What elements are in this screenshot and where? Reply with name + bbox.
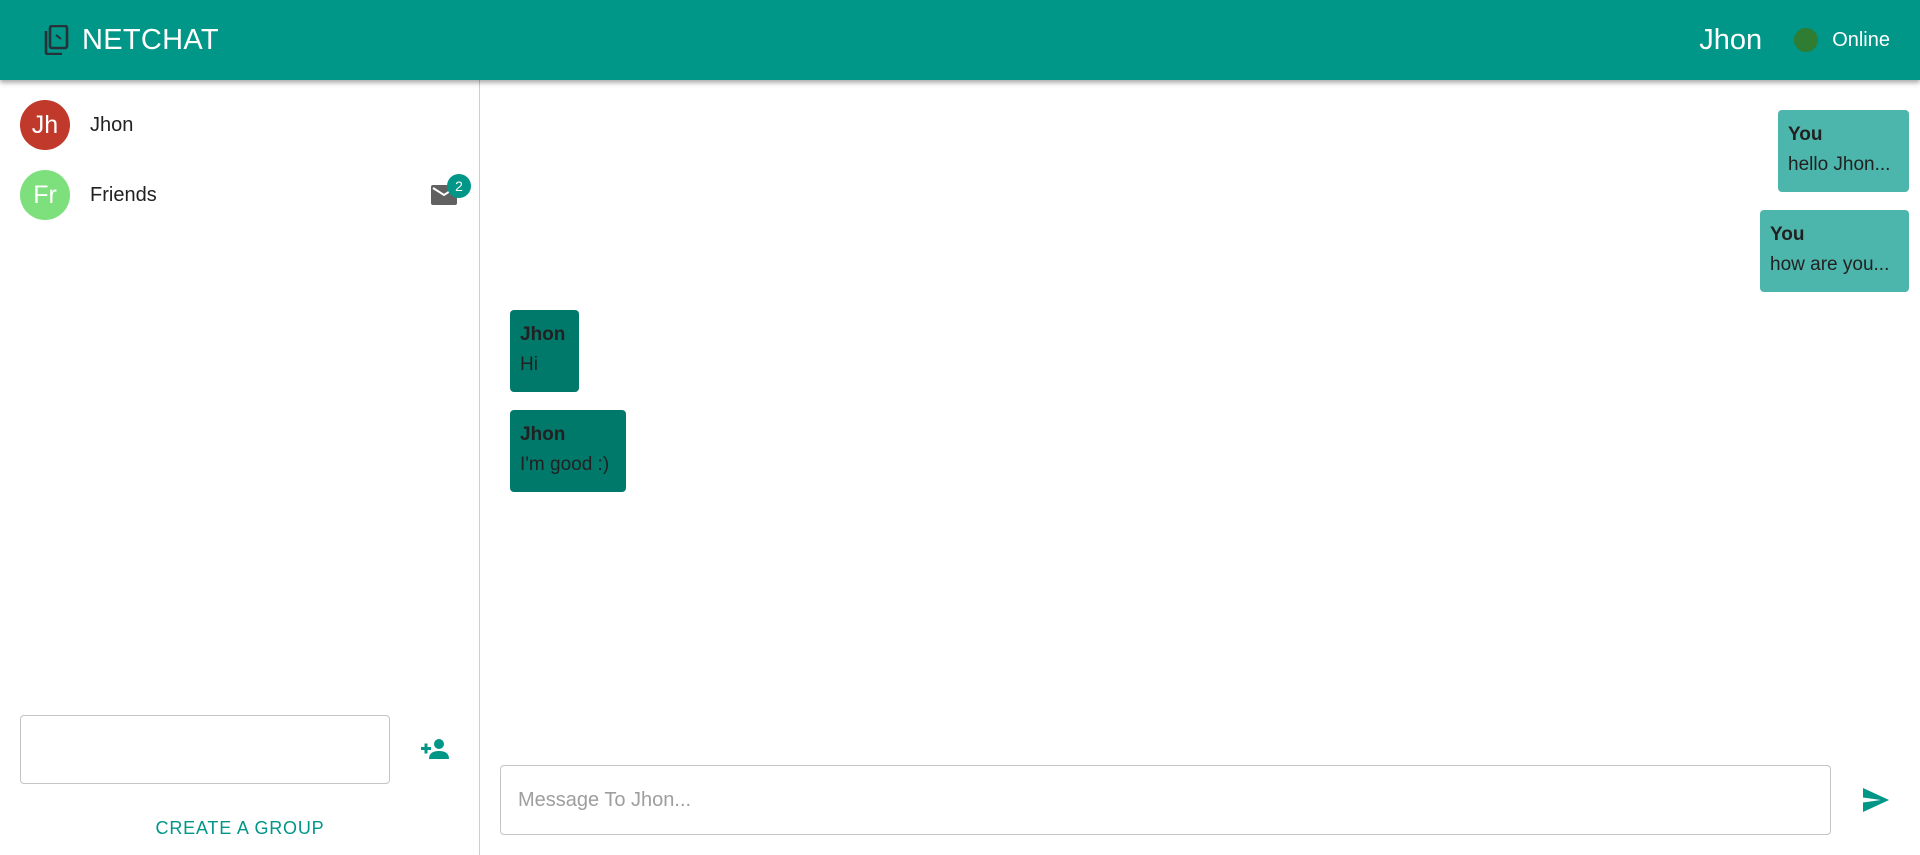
app-title: NETCHAT (82, 23, 219, 56)
contact-item-jhon[interactable]: Jh Jhon (0, 90, 480, 160)
chat-panel: You hello Jhon... You how are you... Jho… (481, 80, 1920, 855)
message-bubble-incoming: Jhon Hi (510, 310, 579, 392)
brand: NETCHAT (40, 24, 219, 57)
contact-name: Jhon (90, 113, 134, 136)
unread-badge: 2 (447, 174, 471, 198)
message-sender: You (1788, 124, 1823, 145)
message-text: hello Jhon... (1788, 154, 1891, 175)
status-text: Online (1832, 28, 1890, 51)
message-bubble-outgoing: You how are you... (1760, 210, 1909, 292)
create-group-button[interactable]: CREATE A GROUP (0, 818, 480, 839)
message-sender: You (1770, 224, 1805, 245)
message-sender: Jhon (520, 324, 566, 345)
message-sender: Jhon (520, 424, 566, 445)
contact-name: Friends (90, 183, 157, 206)
online-status-icon (1794, 28, 1819, 52)
message-input[interactable] (500, 765, 1831, 835)
contact-item-friends[interactable]: Fr Friends 2 (0, 160, 480, 230)
send-icon[interactable] (1859, 783, 1893, 817)
message-text: I'm good :) (520, 454, 610, 475)
message-text: how are you... (1770, 254, 1890, 275)
current-user-name: Jhon (1699, 23, 1763, 56)
devices-icon (40, 24, 72, 56)
user-status: Jhon Online (1699, 24, 1890, 57)
app-bar: NETCHAT Jhon Online (0, 0, 1920, 80)
avatar: Jh (20, 100, 70, 150)
avatar: Fr (20, 170, 70, 220)
person-add-icon[interactable] (418, 734, 452, 764)
message-text: Hi (520, 354, 538, 375)
sidebar: Jh Jhon Fr Friends 2 CREATE A GROUP (0, 80, 480, 855)
message-bubble-incoming: Jhon I'm good :) (510, 410, 626, 492)
message-bubble-outgoing: You hello Jhon... (1778, 110, 1909, 192)
group-name-input[interactable] (20, 715, 390, 784)
